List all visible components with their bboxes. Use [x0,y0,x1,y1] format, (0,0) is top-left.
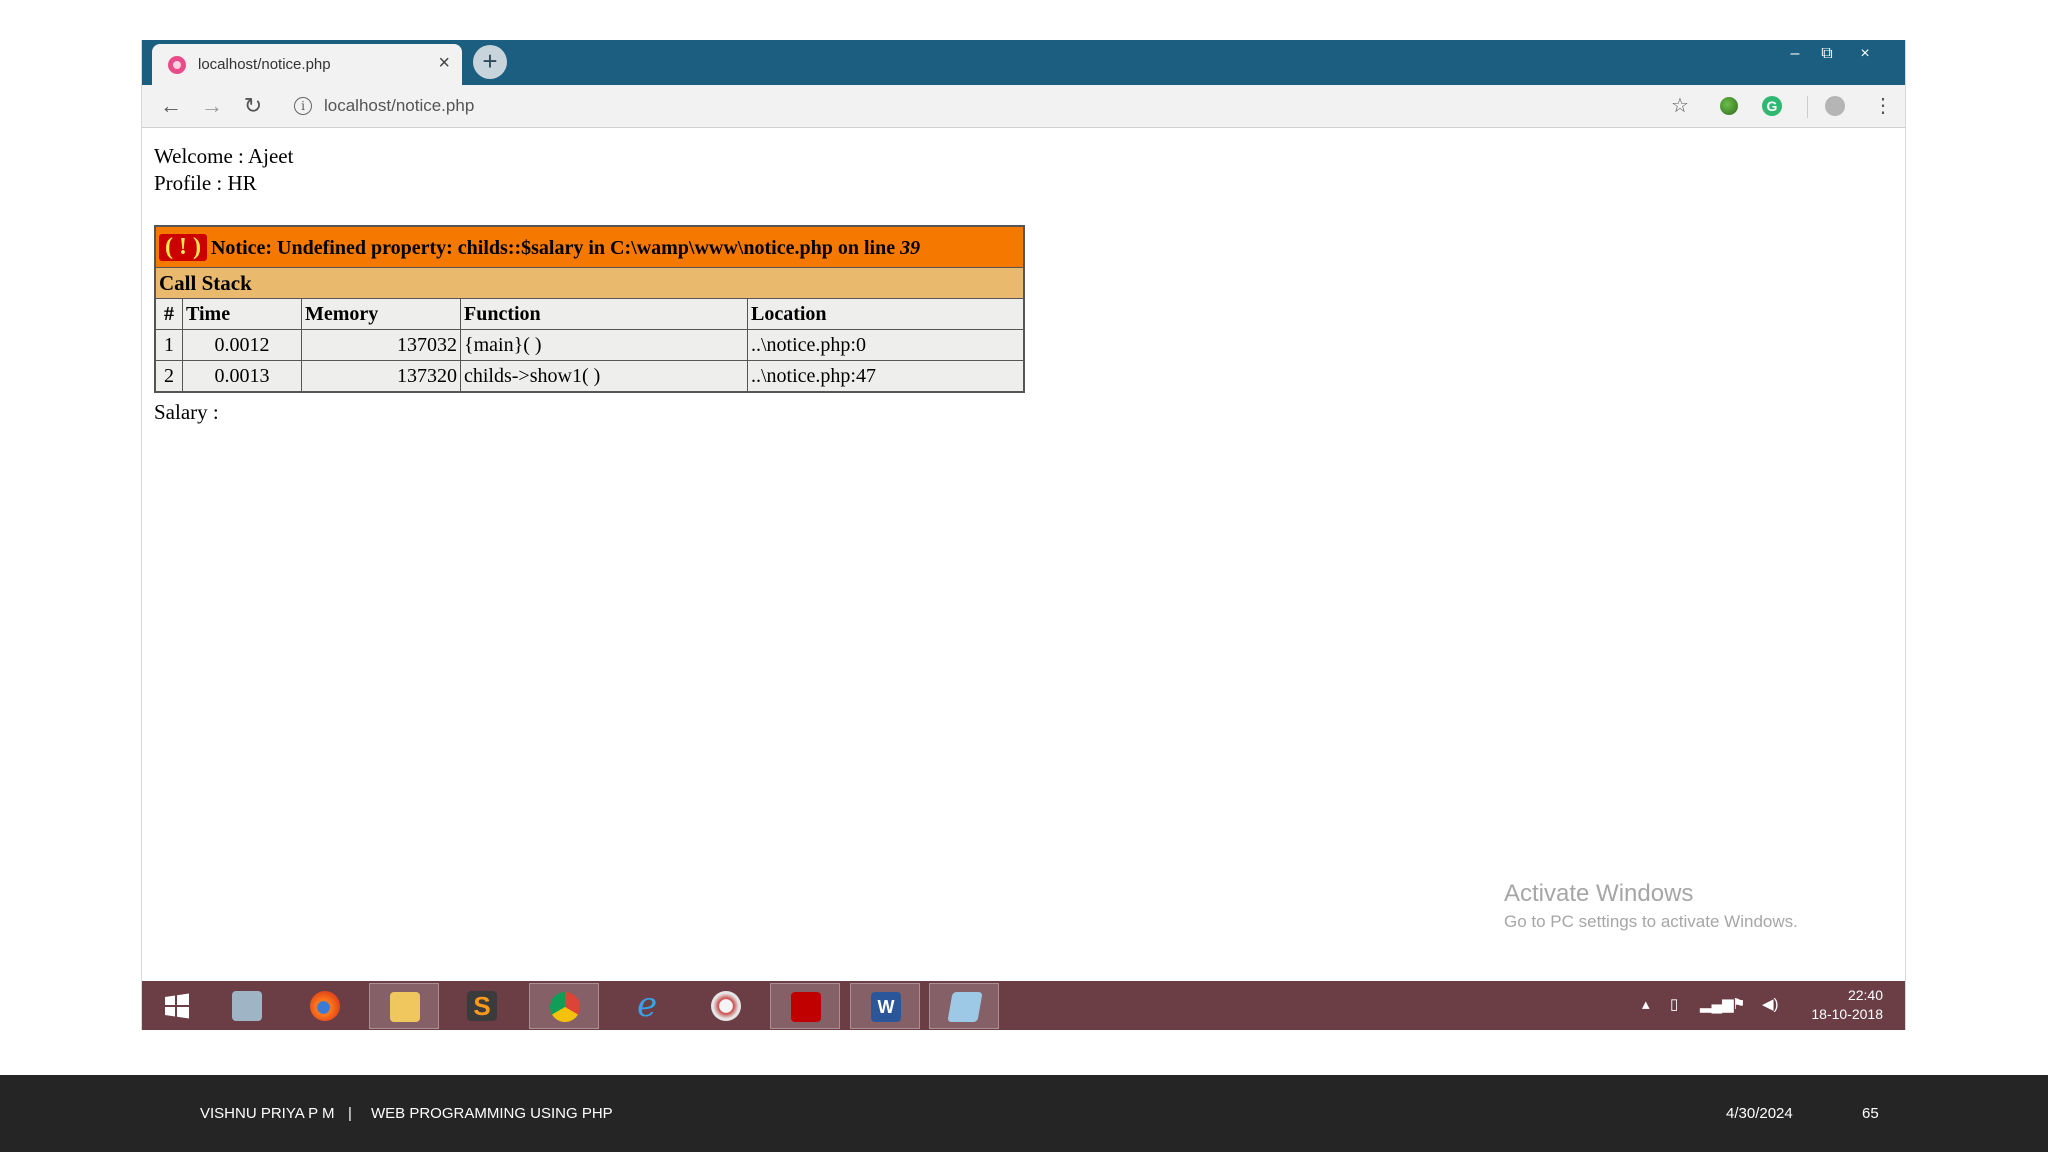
sublime-text-icon: S [467,991,497,1021]
browser-titlebar: localhost/notice.php × + – ⧉ × [142,40,1905,85]
table-row: 1 0.0012 137032 {main}( ) ..\notice.php:… [154,329,1025,361]
cell-location: ..\notice.php:0 [747,329,1025,361]
grammarly-icon[interactable]: G [1762,96,1782,116]
taskbar-chrome[interactable] [529,983,599,1029]
internet-explorer-icon: e [636,985,658,1025]
calculator-icon [232,991,262,1021]
browser-tab[interactable]: localhost/notice.php × [152,44,462,85]
xdebug-notice-table: ( ! ) Notice: Undefined property: childs:… [154,225,1025,393]
footer-divider: | [348,1105,352,1122]
cell-function: childs->show1( ) [460,360,748,393]
call-stack-row: Call Stack [154,267,1025,299]
footer-slide-number: 65 [1862,1105,1879,1122]
taskbar-notepad[interactable] [929,983,999,1029]
cell-time: 0.0013 [182,360,302,393]
word-icon: W [871,992,901,1022]
tab-title: localhost/notice.php [198,56,331,73]
clock-date: 18-10-2018 [1811,1006,1883,1022]
back-icon[interactable]: ← [158,93,184,119]
notice-line-number: 39 [900,236,921,259]
paint-icon [711,991,741,1021]
favicon-icon [168,56,186,74]
col-header-location: Location [747,298,1025,330]
activate-windows-watermark: Activate Windows Go to PC settings to ac… [1504,880,1798,932]
extension-globe-icon[interactable] [1720,97,1738,115]
tray-flag-icon[interactable]: ⚑ [1732,995,1745,1013]
tray-device-icon[interactable]: ▯ [1670,995,1678,1013]
windows-taskbar: S e W ▴ ▯ ▂▄▆ ⚑ ◀) 22:40 18-10-2018 [142,981,1905,1030]
taskbar-paint[interactable] [691,983,761,1029]
col-header-time: Time [182,298,302,330]
cell-memory: 137320 [301,360,461,393]
browser-window: localhost/notice.php × + – ⧉ × ← → ↻ i l… [141,40,1906,1030]
footer-course: WEB PROGRAMMING USING PHP [371,1105,613,1122]
watermark-title: Activate Windows [1504,880,1694,907]
close-window-button[interactable]: × [1849,44,1881,64]
tray-volume-icon[interactable]: ◀) [1762,995,1779,1013]
firefox-icon [310,991,340,1021]
reload-icon[interactable]: ↻ [240,93,266,119]
watermark-subtitle: Go to PC settings to activate Windows. [1504,912,1798,931]
taskbar-file-explorer[interactable] [369,983,439,1029]
cell-function: {main}( ) [460,329,748,361]
forward-icon[interactable]: → [199,93,225,119]
bookmark-star-icon[interactable]: ☆ [1667,93,1693,119]
notepad-icon [947,992,983,1022]
taskbar-clock[interactable]: 22:40 18-10-2018 [1811,986,1883,1024]
cell-index: 2 [154,360,183,393]
taskbar-calculator[interactable] [212,983,282,1029]
welcome-text: Welcome : Ajeet [154,144,294,168]
footer-date: 4/30/2024 [1726,1105,1793,1122]
cell-location: ..\notice.php:47 [747,360,1025,393]
cell-index: 1 [154,329,183,361]
start-icon [165,993,189,1019]
table-row: 2 0.0013 137320 childs->show1( ) ..\noti… [154,360,1025,393]
taskbar-acrobat[interactable] [770,983,840,1029]
new-tab-button[interactable]: + [473,45,507,79]
taskbar-sublime[interactable]: S [447,983,517,1029]
menu-kebab-icon[interactable]: ⋮ [1870,93,1896,119]
address-bar[interactable]: localhost/notice.php [324,96,474,116]
warning-icon: ( ! ) [159,233,207,261]
col-header-function: Function [460,298,748,330]
notice-message: Notice: Undefined property: childs::$sal… [210,236,901,259]
tray-network-icon[interactable]: ▂▄▆ [1700,995,1734,1013]
taskbar-word[interactable]: W [850,983,920,1029]
slide-footer: VISHNU PRIYA P M | WEB PROGRAMMING USING… [0,1075,2048,1152]
tray-overflow-icon[interactable]: ▴ [1642,995,1650,1013]
clock-time: 22:40 [1847,987,1883,1003]
minimize-button[interactable]: – [1779,44,1811,64]
page-content: Welcome : Ajeet Profile : HR [154,143,293,197]
notice-cell: ( ! ) Notice: Undefined property: childs:… [154,225,1025,268]
tab-close-icon[interactable]: × [438,52,450,74]
col-header-index: # [154,298,183,330]
profile-avatar-icon[interactable] [1825,96,1845,116]
salary-text: Salary : [154,400,219,424]
site-info-icon[interactable]: i [294,97,312,115]
chrome-icon [550,992,580,1022]
col-header-memory: Memory [301,298,461,330]
toolbar-divider [1807,96,1808,118]
taskbar-firefox[interactable] [290,983,360,1029]
notice-row: ( ! ) Notice: Undefined property: childs:… [154,225,1025,268]
cell-memory: 137032 [301,329,461,361]
table-header-row: # Time Memory Function Location [154,298,1025,330]
acrobat-icon [791,992,821,1022]
browser-toolbar: ← → ↻ i localhost/notice.php ☆ G ⋮ [142,85,1905,128]
start-button[interactable] [142,983,212,1029]
restore-button[interactable]: ⧉ [1811,44,1843,64]
cell-time: 0.0012 [182,329,302,361]
profile-text: Profile : HR [154,171,257,195]
call-stack-title: Call Stack [154,267,1025,299]
taskbar-ie[interactable]: e [612,983,682,1029]
file-explorer-icon [390,992,420,1022]
footer-author: VISHNU PRIYA P M [200,1105,335,1122]
